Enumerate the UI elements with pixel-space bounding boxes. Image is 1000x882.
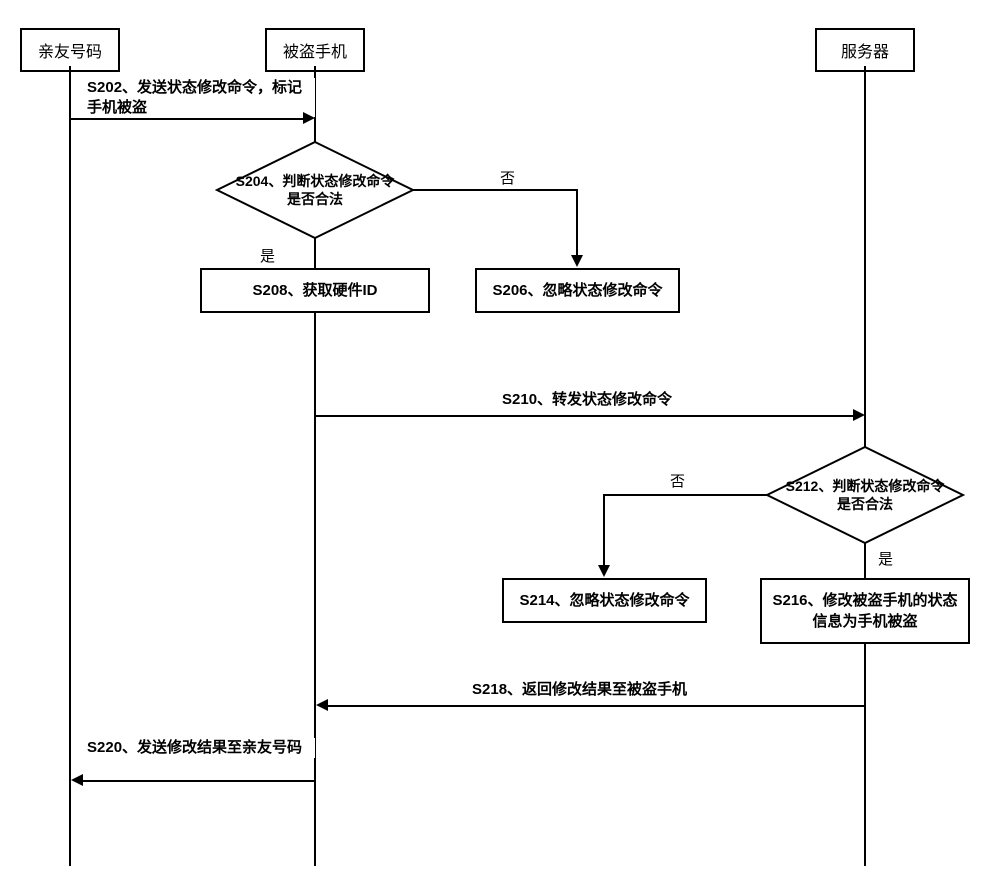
arrow-s220: [82, 780, 314, 782]
arrow-s212-no-h: [603, 494, 767, 496]
arrow-s210-head: [853, 409, 865, 421]
step-s214-text: S214、忽略状态修改命令: [519, 592, 689, 609]
step-s220-label: S220、发送修改结果至亲友号码: [85, 738, 315, 758]
arrow-s212-no-head: [598, 565, 610, 577]
step-s216: S216、修改被盗手机的状态信息为手机被盗: [760, 578, 970, 644]
arrow-s204-no-v: [576, 189, 578, 257]
arrow-s210: [316, 415, 853, 417]
branch-s212-no: 否: [670, 470, 685, 491]
actor-server-label: 服务器: [841, 44, 889, 61]
branch-s204-yes: 是: [260, 245, 275, 266]
step-s210-label: S210、转发状态修改命令: [500, 390, 674, 410]
decision-s204: S204、判断状态修改命令是否合法: [215, 140, 415, 240]
branch-s204-no: 否: [500, 167, 515, 188]
actor-friend-label: 亲友号码: [38, 44, 102, 61]
arrow-s204-no-head: [571, 255, 583, 267]
step-s214: S214、忽略状态修改命令: [502, 578, 707, 623]
step-s218-label: S218、返回修改结果至被盗手机: [470, 680, 689, 700]
arrow-s202-head: [303, 112, 315, 124]
decision-s212-text: S212、判断状态修改命令是否合法: [785, 477, 945, 513]
decision-s212: S212、判断状态修改命令是否合法: [765, 445, 965, 545]
branch-s212-yes: 是: [878, 548, 893, 569]
step-s206: S206、忽略状态修改命令: [475, 268, 680, 313]
arrow-s202: [71, 118, 303, 120]
lifeline-friend: [69, 66, 71, 866]
arrow-s212-no-v: [603, 494, 605, 567]
step-s202-label: S202、发送状态修改命令，标记手机被盗: [85, 78, 315, 117]
arrow-s218-head: [316, 699, 328, 711]
step-s216-text: S216、修改被盗手机的状态信息为手机被盗: [772, 592, 957, 630]
step-s206-text: S206、忽略状态修改命令: [492, 282, 662, 299]
arrow-s220-head: [71, 774, 83, 786]
actor-phone-label: 被盗手机: [283, 44, 347, 61]
arrow-s218: [327, 705, 864, 707]
step-s208: S208、获取硬件ID: [200, 268, 430, 313]
decision-s204-text: S204、判断状态修改命令是否合法: [235, 172, 395, 208]
arrow-s204-no-h: [413, 189, 578, 191]
step-s208-text: S208、获取硬件ID: [252, 282, 377, 299]
